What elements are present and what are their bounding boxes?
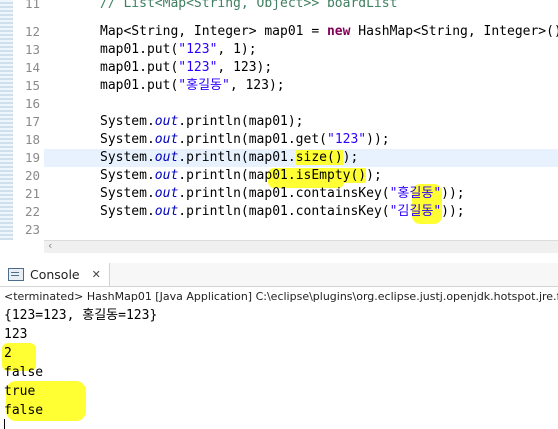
line-number: 20 [24,168,40,183]
line-number-gutter: 11 12 13 14 15 16 17 18 19 20 21 22 23 [0,0,44,240]
scroll-left-arrow-icon[interactable]: ‹ [48,239,52,252]
code-line-11: // List<Map<String, Object>> boardList [100,0,398,11]
line-number: 14 [24,60,40,75]
console-tab-bar: Console ✕ [0,263,558,287]
line-number: 18 [24,132,40,147]
console-output-line: 123 [4,327,28,342]
line-number: 13 [24,42,40,57]
code-editor[interactable]: 11 12 13 14 15 16 17 18 19 20 21 22 23 /… [0,0,558,240]
code-line-19: System.out.println(map01.size()); [100,150,359,165]
line-number: 15 [24,78,40,93]
console-output-line: 2 [4,346,12,361]
code-line-12: Map<String, Integer> map01 = new HashMap… [100,24,558,39]
code-line-15: map01.put("홍길동", 123); [100,78,285,93]
code-line-20: System.out.println(map01.isEmpty()); [100,168,382,183]
code-line-21: System.out.println(map01.containsKey("홍길… [100,186,465,201]
gutter-annotation-stripe [0,0,13,240]
console-output-line: {123=123, 홍길동=123} [4,308,158,323]
line-number: 22 [24,204,40,219]
code-line-17: System.out.println(map01); [100,114,304,129]
code-line-18: System.out.println(map01.get("123")); [100,132,390,147]
console-status-line: <terminated> HashMap01 [Java Application… [4,290,558,303]
line-number: 12 [24,24,40,39]
tab-console-label: Console [30,267,80,282]
line-number: 17 [24,114,40,129]
text-cursor [4,419,5,429]
console-output-line: true [4,384,36,399]
code-line-14: map01.put("123", 123); [100,60,273,75]
tab-console[interactable]: Console ✕ [0,263,110,286]
line-number: 21 [24,186,40,201]
close-icon[interactable]: ✕ [92,268,101,281]
line-number: 19 [24,150,40,165]
console-output-line: false [4,403,44,418]
console-icon [8,268,24,281]
line-number: 23 [24,222,40,237]
horizontal-scrollbar[interactable]: ‹ [44,239,558,253]
console-output-line: false [4,365,44,380]
code-line-22: System.out.println(map01.containsKey("김길… [100,204,465,219]
line-number: 11 [24,0,40,11]
code-line-13: map01.put("123", 1); [100,42,257,57]
line-number: 16 [24,96,40,111]
